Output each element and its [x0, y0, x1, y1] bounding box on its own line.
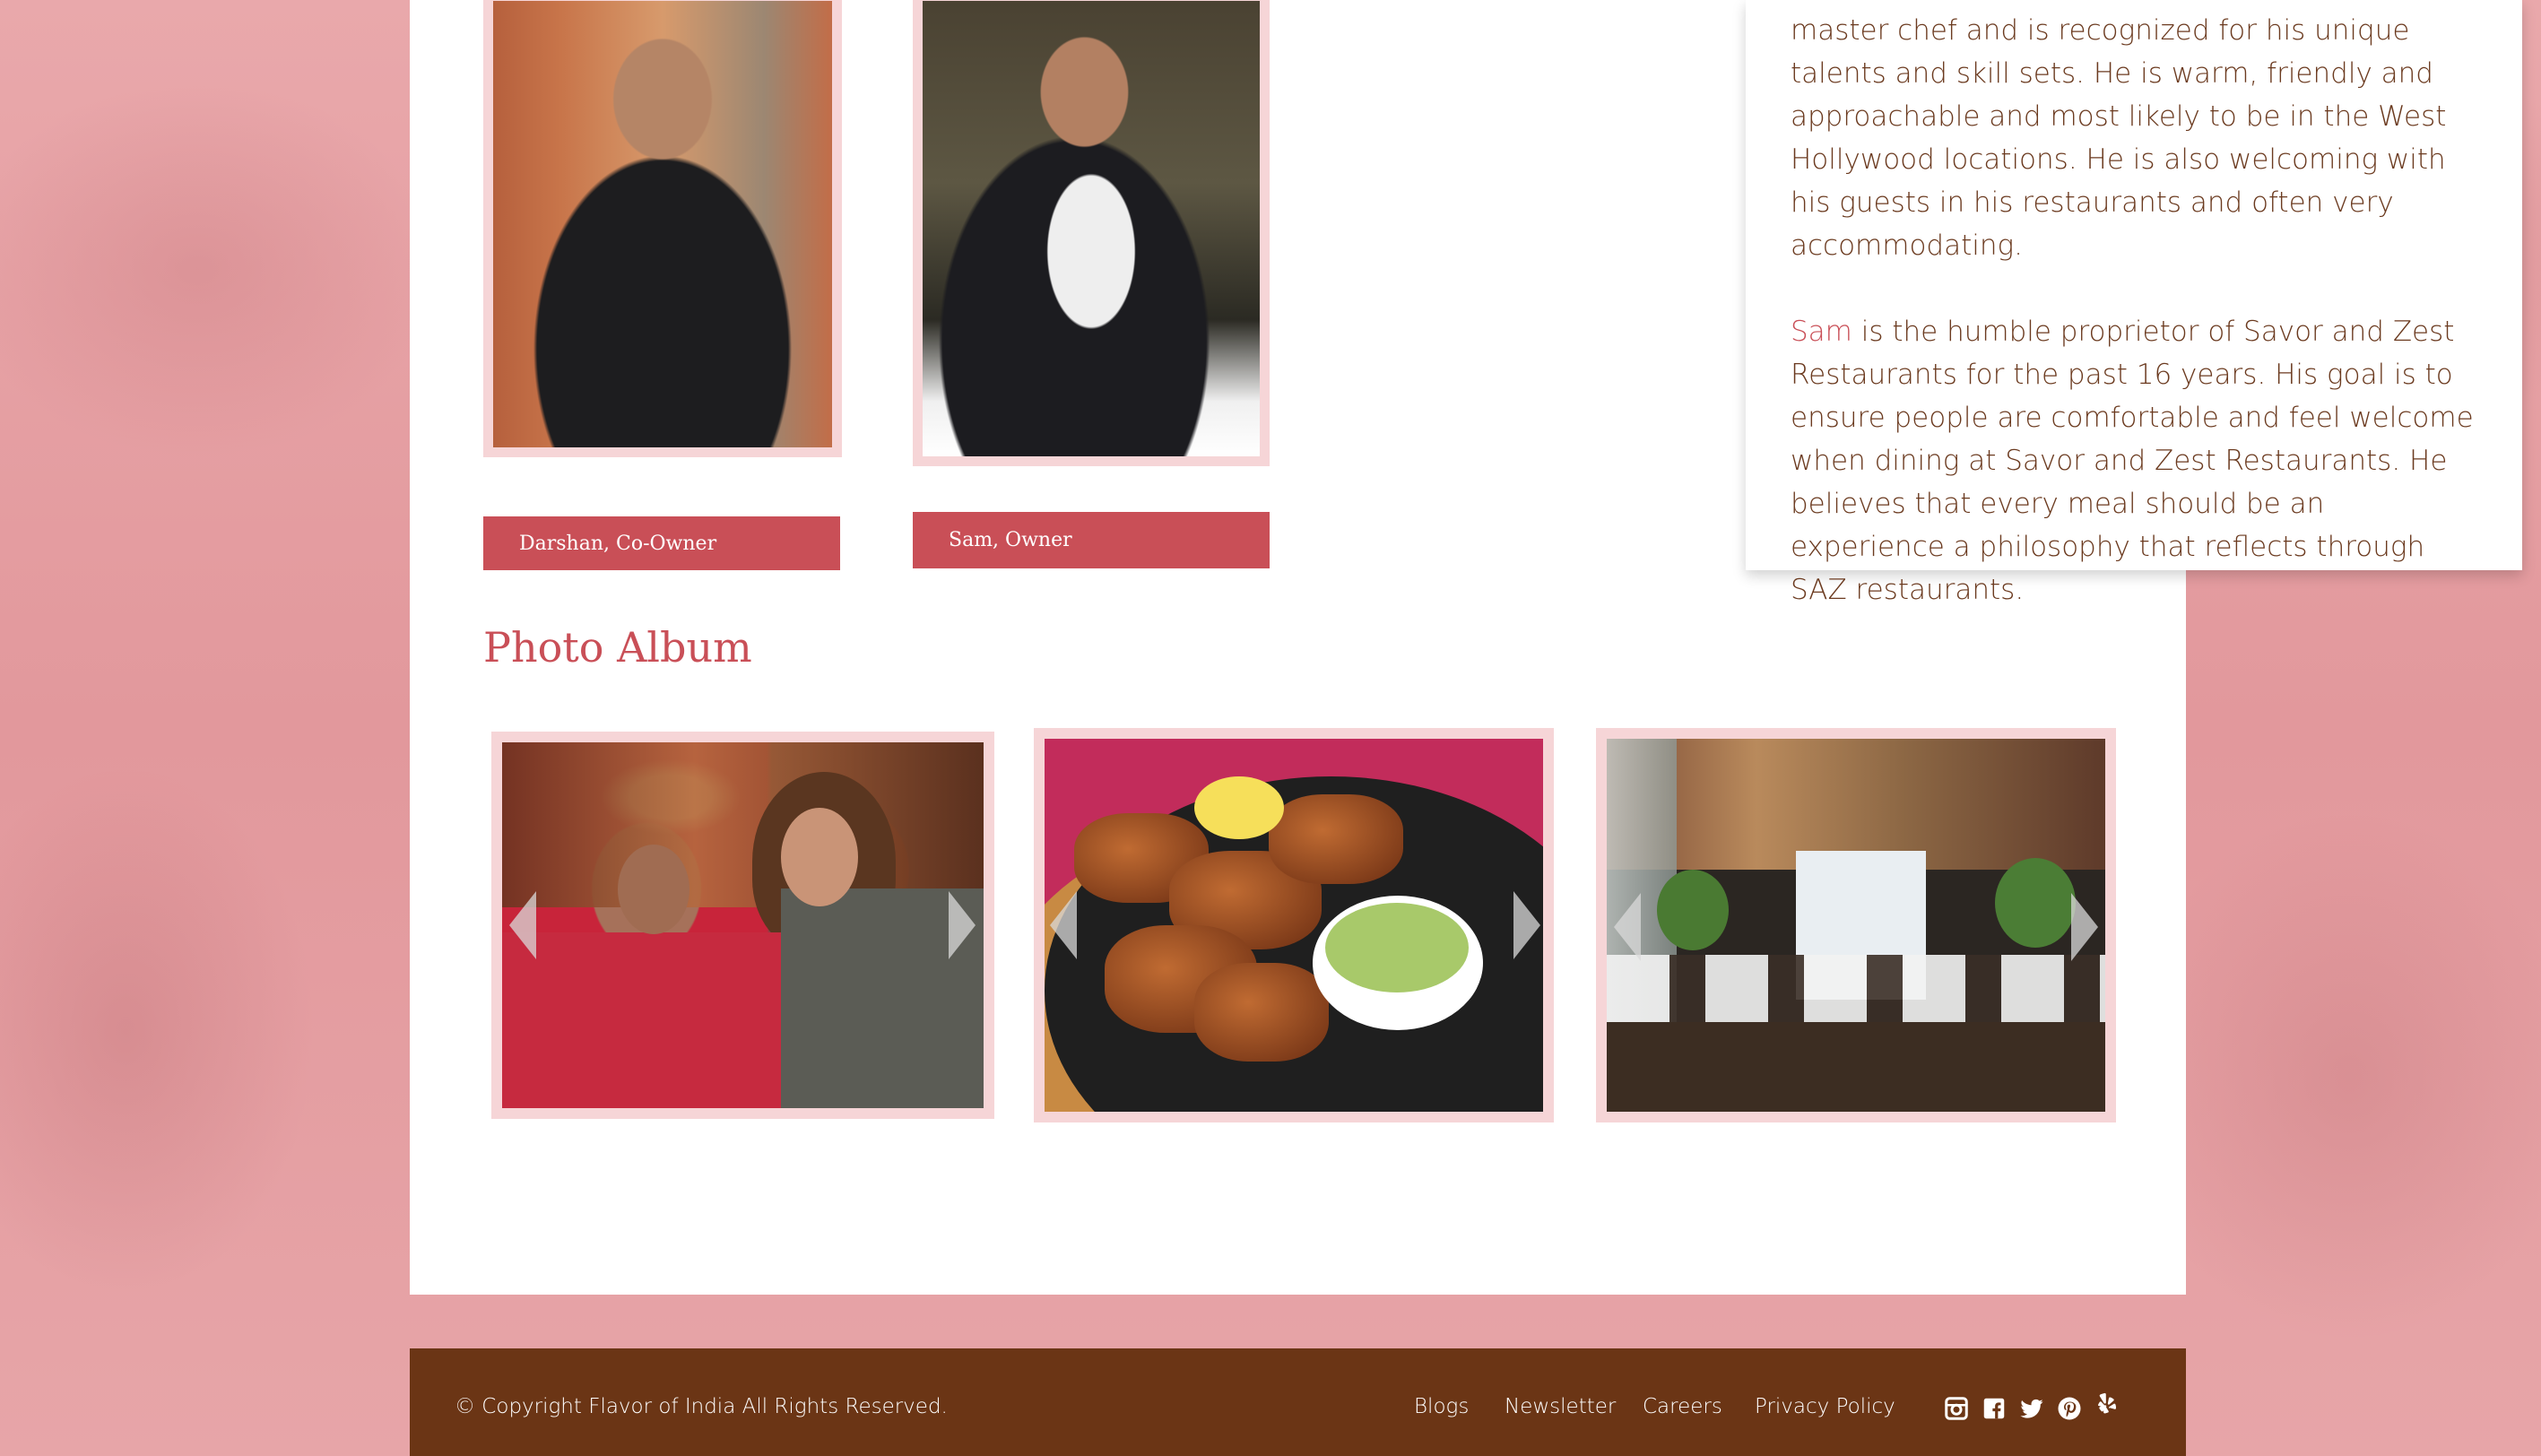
album-photo-2-prev-arrow[interactable] [1050, 891, 1077, 959]
footer-link-privacy-policy[interactable]: Privacy Policy [1755, 1395, 1895, 1418]
album-photo-3[interactable] [1607, 739, 2105, 1112]
album-photo-1-frame[interactable] [491, 732, 994, 1119]
twitter-icon[interactable] [2018, 1395, 2045, 1422]
album-photo-2-frame[interactable] [1034, 728, 1554, 1122]
footer: © Copyright Flavor of India All Rights R… [410, 1348, 2186, 1456]
footer-link-blogs[interactable]: Blogs [1414, 1395, 1469, 1418]
bio-paragraph-sam: Sam is the humble proprietor of Savor an… [1791, 310, 2477, 611]
main-content: Darshan, Co-Owner Sam, Owner master chef… [410, 0, 2522, 1295]
sam-name-label[interactable]: Sam, Owner [913, 512, 1270, 568]
album-photo-3-frame[interactable] [1596, 728, 2116, 1122]
sam-portrait-frame [913, 0, 1270, 466]
darshan-name-label[interactable]: Darshan, Co-Owner [483, 516, 840, 570]
facebook-icon[interactable] [1981, 1395, 2008, 1422]
sam-photo [923, 1, 1260, 456]
instagram-icon[interactable] [1943, 1395, 1970, 1422]
footer-link-careers[interactable]: Careers [1643, 1395, 1722, 1418]
album-photo-3-next-arrow[interactable] [2071, 893, 2098, 961]
darshan-name-text: Darshan, Co-Owner [519, 532, 717, 555]
album-photo-3-prev-arrow[interactable] [1614, 893, 1641, 961]
album-photo-1[interactable] [502, 742, 984, 1108]
sam-name-text: Sam, Owner [949, 529, 1072, 551]
album-photo-2-next-arrow[interactable] [1513, 891, 1540, 959]
album-photo-1-prev-arrow[interactable] [509, 891, 536, 959]
bio-card: master chef and is recognized for his un… [1746, 0, 2522, 606]
album-photo-1-next-arrow[interactable] [949, 891, 976, 959]
pinterest-icon[interactable] [2056, 1395, 2083, 1422]
sam-link[interactable]: Sam [1791, 316, 1852, 348]
darshan-photo [493, 1, 832, 447]
bio-paragraph-sam-text: is the humble proprietor of Savor and Ze… [1791, 316, 2474, 606]
darshan-portrait-frame [483, 0, 842, 457]
copyright-text: © Copyright Flavor of India All Rights R… [455, 1395, 948, 1418]
bio-paragraph-darshan: master chef and is recognized for his un… [1791, 14, 2447, 262]
footer-link-newsletter[interactable]: Newsletter [1505, 1395, 1616, 1418]
photo-album-title: Photo Album [483, 623, 752, 672]
album-photo-2[interactable] [1045, 739, 1543, 1112]
yelp-icon[interactable] [2094, 1391, 2120, 1418]
